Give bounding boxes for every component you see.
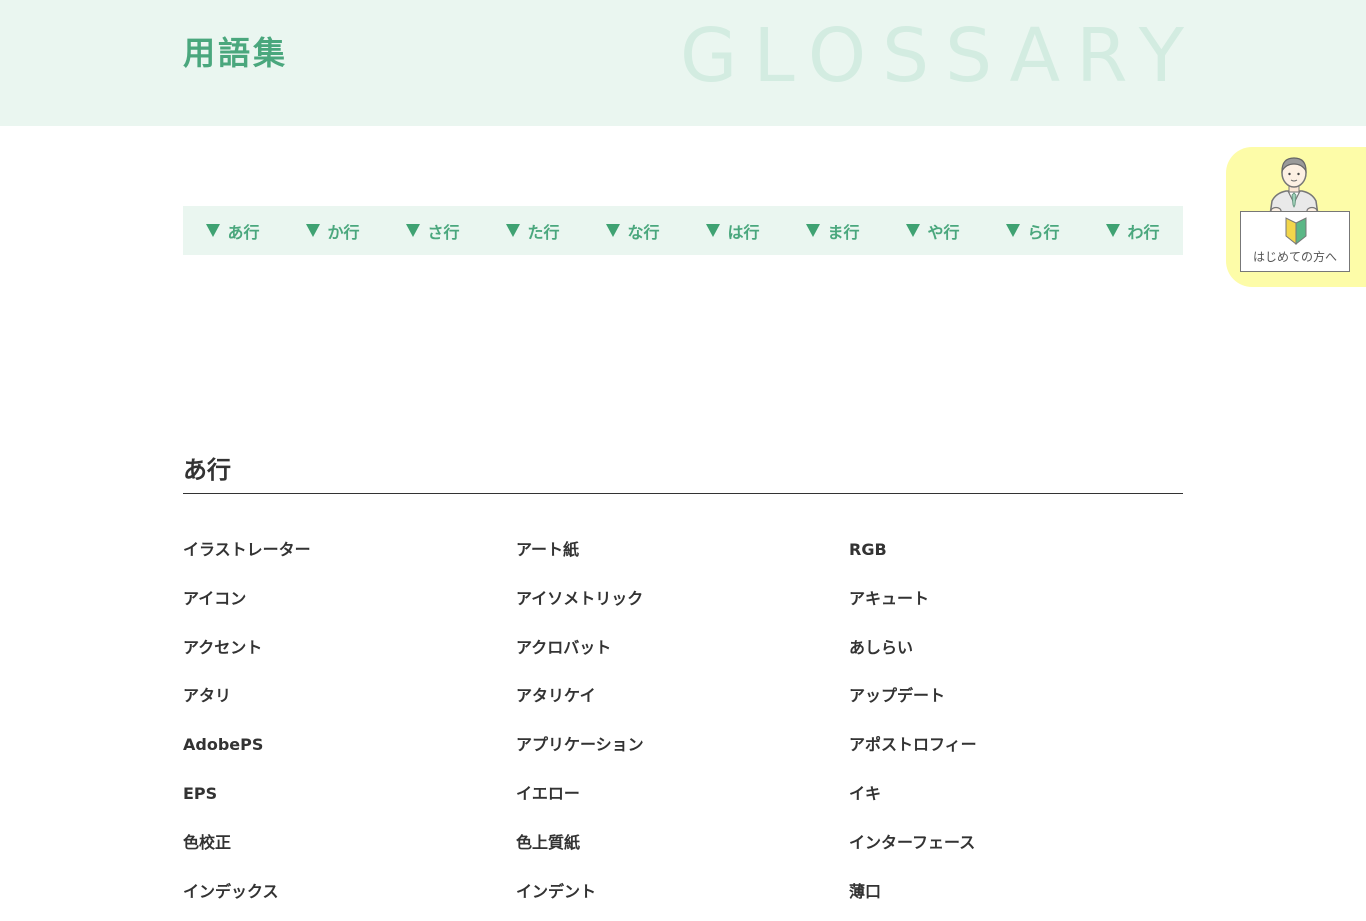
triangle-down-icon (606, 224, 621, 237)
page-title: 用語集 (183, 34, 289, 72)
triangle-down-icon (206, 224, 221, 237)
term-link[interactable]: アタリケイ (516, 677, 849, 726)
term-link[interactable]: アイコン (183, 580, 516, 629)
nav-item-label: や行 (927, 222, 960, 242)
beginner-mark-icon (1285, 217, 1307, 245)
page-header: GLOSSARY 用語集 (0, 0, 1366, 126)
triangle-down-icon (706, 224, 721, 237)
triangle-down-icon (1006, 224, 1021, 237)
nav-item-ka-row[interactable]: か行 (283, 206, 383, 255)
nav-item-label: あ行 (227, 222, 260, 242)
section-divider (183, 493, 1183, 494)
nav-item-label: ま行 (827, 222, 860, 242)
triangle-down-icon (906, 224, 921, 237)
nav-item-label: な行 (627, 222, 660, 242)
index-nav: あ行 か行 さ行 た行 な行 は行 ま行 や行 ら行 わ行 (183, 206, 1183, 255)
nav-item-na-row[interactable]: な行 (583, 206, 683, 255)
nav-item-label: わ行 (1127, 222, 1160, 242)
term-link[interactable]: イラストレーター (183, 531, 516, 580)
term-link[interactable]: EPS (183, 775, 516, 824)
triangle-down-icon (306, 224, 321, 237)
nav-item-label: た行 (527, 222, 560, 242)
term-link[interactable]: アート紙 (516, 531, 849, 580)
term-link[interactable]: アイソメトリック (516, 580, 849, 629)
nav-item-label: さ行 (427, 222, 460, 242)
nav-item-a-row[interactable]: あ行 (183, 206, 283, 255)
triangle-down-icon (406, 224, 421, 237)
term-link[interactable]: アクセント (183, 629, 516, 678)
term-link[interactable]: RGB (849, 531, 1183, 580)
nav-item-label: ら行 (1027, 222, 1060, 242)
term-link[interactable]: AdobePS (183, 726, 516, 775)
businessman-icon (1269, 157, 1319, 215)
term-link[interactable]: あしらい (849, 629, 1183, 678)
term-link[interactable]: アキュート (849, 580, 1183, 629)
nav-item-ma-row[interactable]: ま行 (783, 206, 883, 255)
nav-item-wa-row[interactable]: わ行 (1083, 206, 1183, 255)
term-link[interactable]: インターフェース (849, 824, 1183, 873)
nav-item-label: は行 (727, 222, 760, 242)
term-link[interactable]: 色上質紙 (516, 824, 849, 873)
glossary-watermark: GLOSSARY (680, 13, 1201, 99)
term-link[interactable]: イキ (849, 775, 1183, 824)
nav-item-ta-row[interactable]: た行 (483, 206, 583, 255)
triangle-down-icon (506, 224, 521, 237)
term-link[interactable]: アクロバット (516, 629, 849, 678)
side-tab-label: はじめての方へ (1252, 250, 1337, 264)
triangle-down-icon (1106, 224, 1121, 237)
section-heading: あ行 (183, 456, 231, 484)
triangle-down-icon (806, 224, 821, 237)
nav-item-ya-row[interactable]: や行 (883, 206, 983, 255)
nav-item-ha-row[interactable]: は行 (683, 206, 783, 255)
term-link[interactable]: アタリ (183, 677, 516, 726)
nav-item-label: か行 (327, 222, 360, 242)
term-link[interactable]: インデックス (183, 873, 516, 921)
term-link[interactable]: 色校正 (183, 824, 516, 873)
term-link[interactable]: アップデート (849, 677, 1183, 726)
term-link[interactable]: インデント (516, 873, 849, 921)
beginners-guide-tab[interactable]: はじめての方へ (1226, 147, 1366, 287)
nav-item-ra-row[interactable]: ら行 (983, 206, 1083, 255)
term-link[interactable]: アプリケーション (516, 726, 849, 775)
term-link[interactable]: 薄口 (849, 873, 1183, 921)
term-link[interactable]: アポストロフィー (849, 726, 1183, 775)
term-list: イラストレーター アート紙 RGB アイコン アイソメトリック アキュート アク… (183, 531, 1183, 921)
term-link[interactable]: イエロー (516, 775, 849, 824)
nav-item-sa-row[interactable]: さ行 (383, 206, 483, 255)
